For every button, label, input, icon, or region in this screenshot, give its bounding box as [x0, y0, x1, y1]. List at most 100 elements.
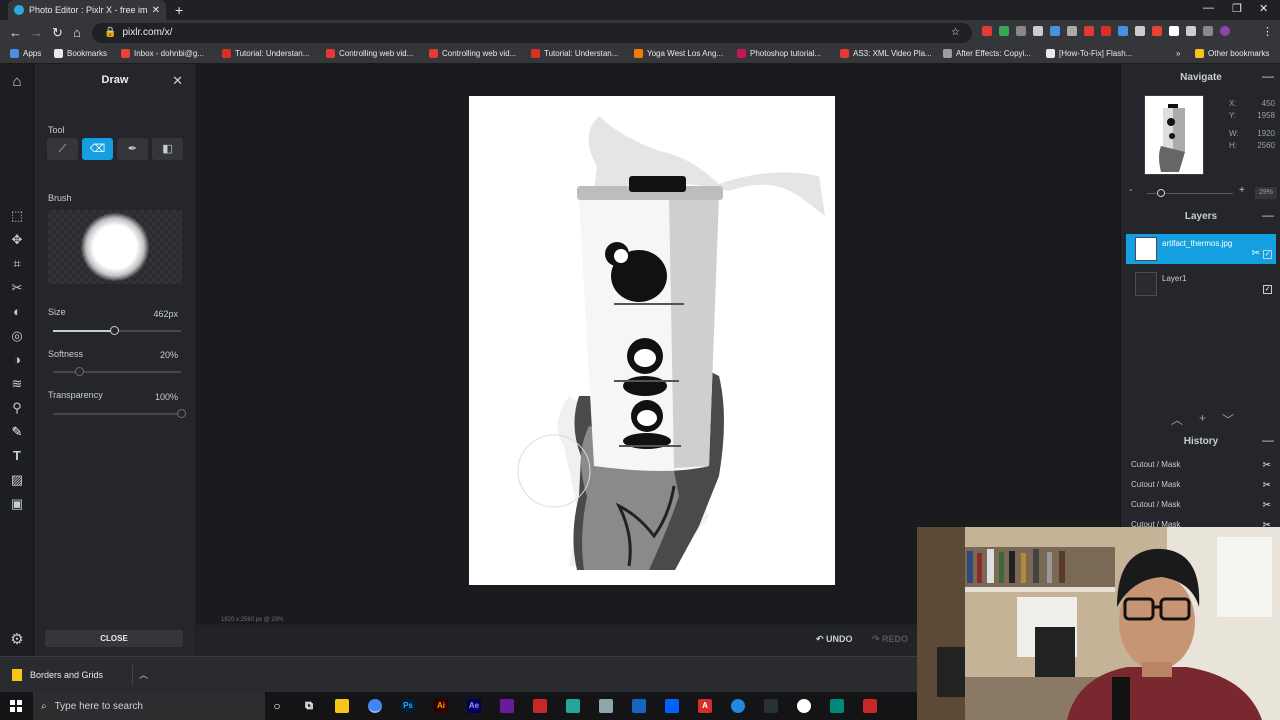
extension-icon[interactable] — [1203, 26, 1213, 36]
layer-visibility-checkbox[interactable]: ✓ — [1263, 285, 1272, 294]
collapse-icon[interactable]: — — [1262, 69, 1274, 83]
bookmark-item[interactable]: Apps — [10, 49, 41, 58]
collapse-icon[interactable]: — — [1262, 433, 1274, 447]
app-icon[interactable] — [830, 699, 844, 713]
extension-icon[interactable] — [1016, 26, 1026, 36]
add-layer-icon[interactable]: + — [1199, 411, 1206, 428]
menu-kebab-icon[interactable]: ⋮ — [1262, 25, 1273, 38]
eraser-tool-icon[interactable]: ⌫ — [82, 138, 113, 160]
back-icon[interactable]: ← — [9, 25, 22, 40]
history-item[interactable]: Cutout / Mask ✂ — [1131, 500, 1271, 514]
obs-icon[interactable] — [797, 699, 811, 713]
bookmark-item[interactable]: Controlling web vid... — [429, 49, 516, 58]
extension-icon[interactable] — [1101, 26, 1111, 36]
adjust-icon[interactable]: ◐ — [8, 303, 26, 321]
zoom-out-button[interactable]: - — [1129, 185, 1132, 196]
bookmark-item[interactable]: Controlling web vid... — [326, 49, 413, 58]
bookmark-item[interactable]: [How-To-Fix] Flash... — [1046, 49, 1132, 58]
extension-icon[interactable] — [1067, 26, 1077, 36]
star-icon[interactable]: ☆ — [951, 27, 960, 39]
extension-icon[interactable] — [1152, 26, 1162, 36]
minimize-icon[interactable]: — — [1203, 2, 1214, 14]
undo-button[interactable]: ↶ UNDO — [816, 634, 853, 645]
bookmark-item[interactable]: Photoshop tutorial... — [737, 49, 821, 58]
history-item[interactable]: Cutout / Mask ✂ — [1131, 480, 1271, 494]
reload-icon[interactable]: ↻ — [52, 25, 63, 41]
tab-close-icon[interactable]: ✕ — [152, 5, 160, 16]
new-tab-icon[interactable]: + — [175, 2, 183, 18]
extension-icon[interactable] — [1118, 26, 1128, 36]
bookmark-item[interactable]: After Effects: Copyi... — [943, 49, 1031, 58]
layer-down-icon[interactable]: ﹀ — [1222, 411, 1234, 428]
bookmark-item[interactable]: Bookmarks — [54, 49, 107, 58]
puzzle-icon[interactable] — [1186, 26, 1196, 36]
taskbar-search[interactable]: ⌕ Type here to search — [33, 692, 265, 720]
collapse-icon[interactable]: — — [1262, 208, 1274, 222]
zoom-knob[interactable] — [1157, 189, 1165, 197]
softness-slider[interactable] — [53, 367, 181, 376]
add-image-icon[interactable]: ▣ — [8, 495, 26, 513]
slider-knob[interactable] — [110, 326, 119, 335]
settings-gear-icon[interactable]: ⚙ — [8, 631, 26, 649]
photoshop-icon[interactable]: Ps — [401, 699, 415, 713]
windows-start-icon[interactable] — [10, 700, 22, 712]
task-view-icon[interactable]: ⧉ — [302, 699, 316, 713]
other-bookmarks[interactable]: Other bookmarks — [1195, 49, 1269, 58]
extension-icon[interactable] — [1033, 26, 1043, 36]
brush-tool-icon[interactable]: ⟋ — [47, 138, 78, 160]
pattern-icon[interactable]: ▨ — [8, 471, 26, 489]
size-slider[interactable] — [53, 326, 181, 335]
maximize-icon[interactable]: ❐ — [1232, 2, 1242, 15]
pen-tool-icon[interactable]: ✒ — [117, 138, 148, 160]
dropbox-icon[interactable] — [665, 699, 679, 713]
history-item[interactable]: Cutout / Mask ✂ — [1131, 460, 1271, 474]
illustrator-icon[interactable]: Ai — [434, 699, 448, 713]
chevron-up-icon[interactable]: ︿ — [132, 665, 154, 685]
app-icon[interactable] — [863, 699, 877, 713]
profile-avatar[interactable] — [1220, 26, 1230, 36]
arrange-icon[interactable]: ⬚ — [8, 207, 26, 225]
effect-icon[interactable]: ◑ — [8, 351, 26, 369]
filter-icon[interactable]: ◎ — [8, 327, 26, 345]
browser-tab[interactable]: Photo Editor : Pixlr X - free image... ✕ — [8, 0, 166, 20]
bookmark-item[interactable]: Tutorial: Understan... — [222, 49, 309, 58]
chrome-icon[interactable] — [368, 699, 382, 713]
window-close-icon[interactable]: ✕ — [1259, 2, 1268, 15]
draw-brush-icon[interactable]: ✎ — [8, 423, 26, 441]
close-button[interactable]: CLOSE — [45, 630, 183, 647]
app-icon[interactable] — [500, 699, 514, 713]
forward-icon[interactable]: → — [30, 25, 43, 40]
app-icon[interactable] — [632, 699, 646, 713]
slider-knob[interactable] — [75, 367, 84, 376]
transparency-slider[interactable] — [53, 409, 186, 418]
redo-button[interactable]: ↷ REDO — [872, 634, 908, 645]
app-icon[interactable] — [599, 699, 613, 713]
bookmark-item[interactable]: Yoga West Los Ang... — [634, 49, 723, 58]
extension-icon[interactable] — [999, 26, 1009, 36]
canvas-image[interactable] — [469, 96, 835, 585]
close-icon[interactable]: ✕ — [172, 73, 183, 89]
zoom-in-button[interactable]: + — [1239, 185, 1245, 196]
extension-icon[interactable] — [982, 26, 992, 36]
cortana-icon[interactable]: ○ — [270, 699, 284, 713]
navigator-thumbnail[interactable] — [1144, 95, 1204, 175]
home-icon[interactable]: ⌂ — [73, 25, 81, 40]
brush-preview[interactable] — [48, 210, 182, 284]
zoom-value[interactable]: 29% — [1255, 187, 1277, 199]
app-icon[interactable] — [731, 699, 745, 713]
extension-icon[interactable] — [1050, 26, 1060, 36]
app-icon[interactable] — [566, 699, 580, 713]
extension-icon[interactable] — [1169, 26, 1179, 36]
cutout-scissors-icon[interactable]: ✂ — [8, 279, 26, 297]
url-bar[interactable]: 🔒 pixlr.com/x/ ☆ — [92, 23, 972, 43]
extension-icon[interactable] — [1135, 26, 1145, 36]
bookmark-item[interactable]: AS3: XML Video Pla... — [840, 49, 932, 58]
filezilla-icon[interactable] — [533, 699, 547, 713]
steam-icon[interactable] — [764, 699, 778, 713]
slider-knob[interactable] — [177, 409, 186, 418]
move-icon[interactable]: ✥ — [8, 231, 26, 249]
bookmark-item[interactable]: Inbox - dohnbi@g... — [121, 49, 204, 58]
crop-icon[interactable]: ⌗ — [8, 255, 26, 273]
file-explorer-icon[interactable] — [335, 699, 349, 713]
bookmarks-overflow-icon[interactable]: » — [1176, 49, 1180, 58]
